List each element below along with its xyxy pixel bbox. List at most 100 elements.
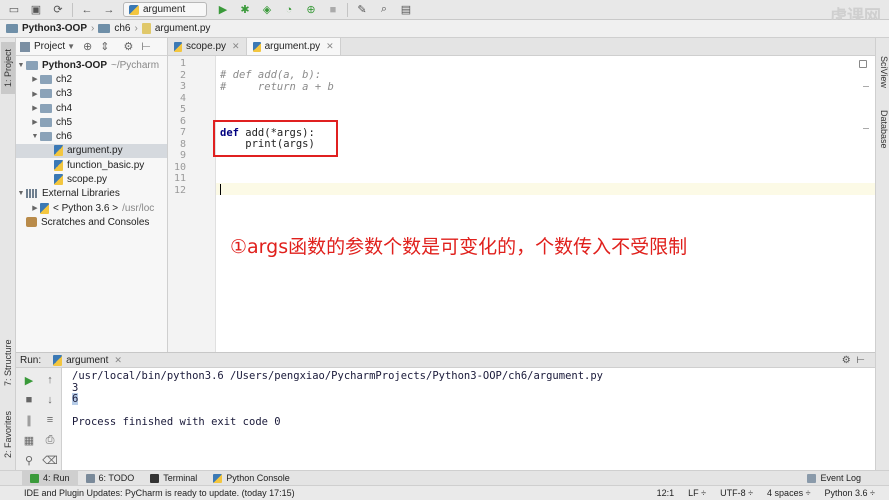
tree-item-root[interactable]: ▼ Python3-OOP ~/Pycharm — [16, 58, 167, 72]
expand-arrow-icon[interactable]: ▼ — [16, 190, 26, 197]
locate-icon[interactable]: ⊕ — [83, 40, 92, 53]
scroll-down-icon[interactable]: ↓ — [42, 394, 58, 408]
stop-icon[interactable]: ■ — [21, 394, 37, 408]
close-icon[interactable]: ✕ — [114, 355, 122, 366]
tree-item-argument-py[interactable]: argument.py — [16, 143, 167, 159]
stop-icon[interactable]: ■ — [325, 3, 341, 17]
interpreter-setting[interactable]: Python 3.6 ÷ — [825, 488, 875, 498]
chevron-down-icon[interactable]: ▼ — [67, 42, 75, 51]
print-icon[interactable]: ⎙ — [42, 434, 58, 448]
hide-icon[interactable]: ⊢ — [141, 40, 151, 53]
tree-item-scope-py[interactable]: scope.py — [16, 172, 167, 186]
line-separator[interactable]: LF ÷ — [688, 488, 706, 498]
tool-tab-terminal[interactable]: Terminal — [142, 471, 205, 486]
open-folder-icon[interactable]: ▭ — [6, 3, 22, 17]
tool-tab-label: 4: Run — [43, 473, 70, 483]
tree-item-external-libraries[interactable]: ▼ External Libraries — [16, 187, 167, 201]
breadcrumb-project[interactable]: Python3-OOP › — [6, 23, 94, 34]
line-number: 10 — [173, 161, 186, 173]
delete-icon[interactable]: ⌫ — [42, 454, 58, 468]
sync-icon[interactable]: ⟳ — [50, 3, 66, 17]
inspection-status-icon[interactable] — [859, 60, 867, 68]
debug-icon[interactable]: ✱ — [237, 3, 253, 17]
close-icon[interactable]: ✕ — [326, 41, 334, 52]
tab-argument-py[interactable]: argument.py ✕ — [246, 38, 341, 55]
tree-item-function-basic-py[interactable]: function_basic.py — [16, 158, 167, 172]
breadcrumb-file[interactable]: argument.py — [141, 23, 210, 34]
tool-tab-event-log[interactable]: Event Log — [799, 471, 869, 486]
tool-tab-run[interactable]: 4: Run — [22, 470, 78, 486]
python-file-icon — [129, 4, 139, 15]
tree-item-scratches[interactable]: Scratches and Consoles — [16, 215, 167, 229]
run-configuration-select[interactable]: argument ▼ — [52, 2, 207, 139]
main-toolbar: ▭ ▣ ⟳ ← → argument ▼ ▶ ✱ ◈ ◔ ⊕ ■ ✎ ⌕ ▤ 虎… — [0, 0, 889, 139]
tree-item-label: Scratches and Consoles — [41, 216, 150, 228]
tool-tab-todo[interactable]: 6: TODO — [78, 471, 143, 486]
tree-item-ch6[interactable]: ▼ ch6 — [16, 129, 167, 143]
run-with-coverage-icon[interactable]: ◈ — [259, 3, 275, 17]
line-number: 8 — [179, 138, 186, 150]
rerun-icon[interactable]: ▶ — [21, 374, 37, 388]
annotation-text: ①args函数的参数个数是可变化的，个数传入不受限制 — [230, 236, 688, 258]
library-icon — [26, 189, 38, 199]
soft-wrap-icon[interactable]: ≡ — [42, 414, 58, 428]
tool-tab-python-console[interactable]: Python Console — [205, 471, 298, 486]
scroll-up-icon[interactable]: ↑ — [42, 374, 58, 388]
tree-item-label: ch4 — [56, 102, 73, 114]
save-icon[interactable]: ▣ — [28, 3, 44, 17]
pin-icon[interactable]: ⚲ — [21, 454, 37, 468]
gear-icon[interactable]: ⚙ — [123, 40, 133, 53]
profile-icon[interactable]: ◔ — [281, 3, 297, 17]
error-stripe-mark[interactable] — [863, 86, 869, 87]
run-config-tab[interactable]: argument ✕ — [53, 354, 122, 366]
wrench-icon[interactable]: ✎ — [354, 3, 370, 17]
run-panel-label: Run: — [20, 354, 42, 366]
folder-icon — [40, 117, 52, 127]
tree-item-ch5[interactable]: ▶ ch5 — [16, 115, 167, 129]
collapsed-arrow-icon[interactable]: ▶ — [30, 104, 40, 112]
tool-tab-sciview[interactable]: SciView — [877, 56, 889, 88]
run-icon[interactable]: ▶ — [215, 3, 231, 17]
run-icon — [30, 473, 39, 483]
status-message[interactable]: IDE and Plugin Updates: PyCharm is ready… — [24, 488, 295, 498]
collapsed-arrow-icon[interactable]: ▶ — [30, 204, 40, 212]
file-encoding[interactable]: UTF-8 ÷ — [720, 488, 753, 498]
collapsed-arrow-icon[interactable]: ▶ — [30, 90, 40, 98]
run-configuration-label: argument — [143, 4, 186, 15]
expand-arrow-icon[interactable]: ▼ — [30, 133, 40, 140]
pause-icon[interactable]: ∥ — [21, 414, 37, 428]
layout-icon[interactable]: ▦ — [21, 434, 37, 448]
line-number: 6 — [179, 115, 186, 127]
caret-position[interactable]: 12:1 — [657, 488, 675, 498]
tree-item-ch3[interactable]: ▶ ch3 — [16, 87, 167, 101]
code-line-2: # def add(a, b): — [220, 69, 322, 81]
tool-tab-structure[interactable]: 7: Structure — [1, 334, 15, 392]
collapsed-arrow-icon[interactable]: ▶ — [30, 75, 40, 83]
error-stripe-mark[interactable] — [863, 128, 869, 129]
run-console-output[interactable]: /usr/local/bin/python3.6 /Users/pengxiao… — [62, 368, 875, 470]
indent-setting[interactable]: 4 spaces ÷ — [767, 488, 810, 498]
vcs-icon[interactable]: ▤ — [398, 3, 414, 17]
search-icon[interactable]: ⌕ — [376, 3, 392, 17]
code-editor[interactable]: 1 2 3 4 5 6 7 8 9 10 11 12 # def add(a, … — [168, 56, 875, 352]
collapsed-arrow-icon[interactable]: ▶ — [30, 118, 40, 126]
concurrency-icon[interactable]: ⊕ — [303, 3, 319, 17]
tree-item-python-sdk[interactable]: ▶ < Python 3.6 > /usr/loc — [16, 201, 167, 215]
forward-icon[interactable]: → — [101, 3, 117, 17]
run-panel-toolbar: ▶ ↑ ■ ↓ ∥ ≡ ▦ ⎙ ⚲ ⌫ — [16, 368, 62, 470]
breadcrumb-folder[interactable]: ch6 › — [98, 23, 138, 34]
tree-item-ch4[interactable]: ▶ ch4 — [16, 101, 167, 115]
project-view-select[interactable]: Project — [34, 41, 65, 52]
breadcrumb-label: ch6 — [114, 23, 131, 34]
back-icon[interactable]: ← — [79, 3, 95, 17]
gear-icon[interactable]: ⚙ ⊢ — [842, 355, 865, 366]
tool-tab-favorites[interactable]: 2: Favorites — [1, 406, 15, 462]
tab-scope-py[interactable]: scope.py ✕ — [168, 38, 247, 55]
tool-tab-project[interactable]: 1: Project — [1, 42, 15, 94]
tree-item-ch2[interactable]: ▶ ch2 — [16, 72, 167, 86]
close-icon[interactable]: ✕ — [232, 41, 240, 52]
expand-arrow-icon[interactable]: ▼ — [16, 62, 26, 69]
collapse-icon[interactable]: ⇕ — [100, 40, 109, 53]
breadcrumb: Python3-OOP › ch6 › argument.py — [0, 20, 889, 38]
tool-tab-database[interactable]: Database — [877, 110, 889, 149]
